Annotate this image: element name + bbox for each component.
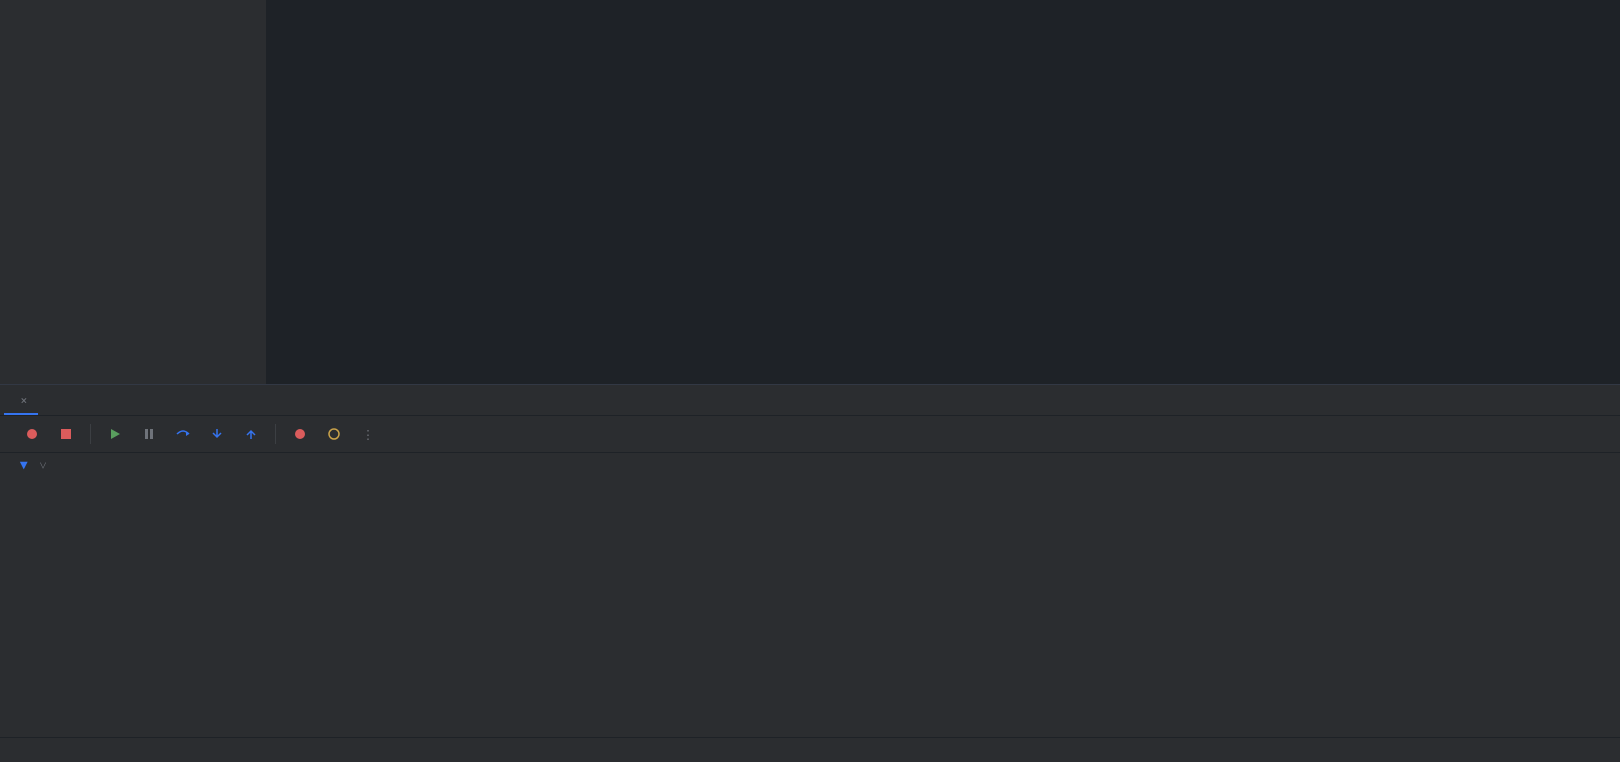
line-gutter — [266, 0, 342, 384]
bug-icon[interactable] — [22, 424, 42, 444]
project-sidebar[interactable] — [0, 0, 266, 384]
close-icon[interactable]: × — [20, 392, 28, 409]
mute-breakpoints-icon[interactable] — [324, 424, 344, 444]
variables-panel[interactable] — [142, 453, 1620, 737]
stop-icon[interactable] — [56, 424, 76, 444]
step-into-icon[interactable] — [207, 424, 227, 444]
code-area[interactable] — [360, 0, 1620, 384]
code-editor[interactable] — [266, 0, 1620, 384]
step-out-icon[interactable] — [241, 424, 261, 444]
pause-icon[interactable] — [139, 424, 159, 444]
debug-toolbar: ⋮ — [0, 416, 1620, 453]
resume-icon[interactable] — [105, 424, 125, 444]
chevron-down-icon[interactable]: ˅ — [40, 457, 47, 474]
filter-icon[interactable]: ▼ — [20, 457, 28, 474]
breakpoints-icon[interactable] — [290, 424, 310, 444]
debug-tabstrip[interactable]: × — [0, 385, 1620, 416]
step-over-icon[interactable] — [173, 424, 193, 444]
more-icon[interactable]: ⋮ — [358, 424, 378, 444]
status-bar — [0, 737, 1620, 762]
gutter-icons — [342, 0, 360, 384]
debug-tab[interactable]: × — [4, 388, 38, 415]
frames-panel[interactable]: ▼ ˅ — [0, 453, 142, 737]
